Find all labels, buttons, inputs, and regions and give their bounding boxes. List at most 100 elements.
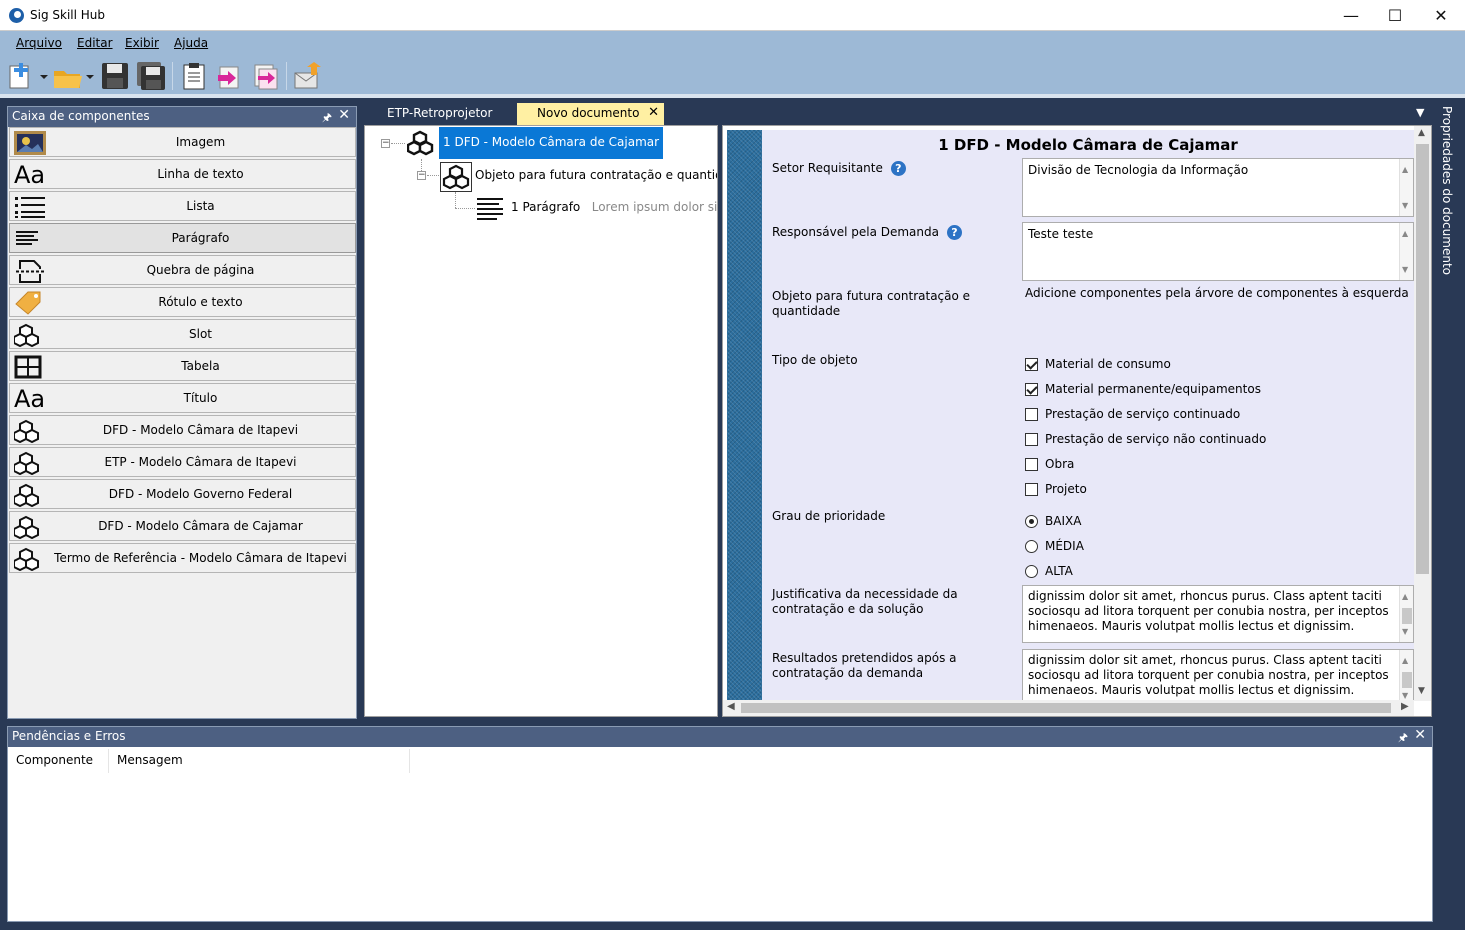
clipboard-button[interactable] — [179, 61, 209, 91]
radio[interactable] — [1025, 539, 1038, 553]
checkbox-material-consumo[interactable]: Material de consumo — [1025, 354, 1171, 374]
toolbox-item-tabela[interactable]: Tabela — [9, 351, 356, 381]
text-line-icon: Aa — [14, 161, 46, 189]
toolbox-item-paragrafo[interactable]: Parágrafo — [9, 223, 356, 253]
toolbox-item-dfd-cajamar[interactable]: DFD - Modelo Câmara de Cajamar — [9, 511, 356, 541]
toolbox-item-dfd-governo-federal[interactable]: DFD - Modelo Governo Federal — [9, 479, 356, 509]
toolbox-item-label: Linha de texto — [157, 167, 244, 181]
checkbox[interactable] — [1025, 407, 1038, 421]
import-icon — [218, 66, 239, 89]
tree-node-paragrafo[interactable]: 1 Parágrafo Lorem ipsum dolor sit ame — [511, 200, 717, 214]
scrollbar[interactable]: ▲ ▼ — [1399, 159, 1413, 216]
scrollbar[interactable]: ▲ ▼ — [1399, 586, 1413, 642]
option-label: ALTA — [1045, 564, 1073, 578]
toolbox-item-imagem[interactable]: Imagem — [9, 127, 356, 157]
toolbox-item-linha-de-texto[interactable]: Aa Linha de texto — [9, 159, 356, 189]
checkbox-material-permanente[interactable]: Material permanente/equipamentos — [1025, 379, 1261, 399]
pin-icon[interactable]: 🖈 — [322, 109, 332, 128]
export-button[interactable] — [250, 61, 280, 91]
toolbox-item-quebra-de-pagina[interactable]: Quebra de página — [9, 255, 356, 285]
tree-node-root[interactable]: 1 DFD - Modelo Câmara de Cajamar — [439, 127, 664, 159]
checkbox[interactable] — [1025, 432, 1038, 446]
pin-icon[interactable]: 🖈 — [1398, 729, 1408, 748]
option-label: Material permanente/equipamentos — [1045, 382, 1261, 396]
editor-horizontal-scrollbar[interactable]: ◀ ▶ — [723, 700, 1414, 716]
toolbox-item-etp-itapevi[interactable]: ETP - Modelo Câmara de Itapevi — [9, 447, 356, 477]
resultados-input[interactable]: dignissim dolor sit amet, rhoncus purus.… — [1022, 649, 1414, 707]
checkbox[interactable] — [1025, 482, 1038, 496]
table-icon — [14, 355, 42, 379]
checkbox[interactable] — [1025, 457, 1038, 471]
import-button[interactable] — [214, 61, 244, 91]
minimize-button[interactable]: — — [1328, 0, 1374, 31]
column-header-mensagem[interactable]: Mensagem — [109, 749, 410, 773]
folder-icon — [54, 71, 94, 88]
setor-input[interactable]: Divisão de Tecnologia da Informação ▲ ▼ — [1022, 158, 1414, 217]
toolbox-item-label: ETP - Modelo Câmara de Itapevi — [104, 455, 297, 469]
cubes-icon — [406, 129, 435, 157]
checkbox-servico-nao-continuado[interactable]: Prestação de serviço não continuado — [1025, 429, 1266, 449]
objeto-hint: Adicione componentes pela árvore de comp… — [1025, 286, 1409, 300]
close-icon[interactable]: ✕ — [1414, 727, 1426, 743]
close-button[interactable]: ✕ — [1418, 0, 1464, 31]
toolbox-item-label: Quebra de página — [146, 263, 255, 277]
tab-novo-documento[interactable]: Novo documento ✕ — [517, 103, 664, 125]
send-button[interactable] — [293, 61, 323, 91]
option-label: Prestação de serviço continuado — [1045, 407, 1241, 421]
help-icon[interactable]: ? — [890, 161, 906, 176]
checkbox-projeto[interactable]: Projeto — [1025, 479, 1087, 499]
justificativa-input[interactable]: dignissim dolor sit amet, rhoncus purus.… — [1022, 585, 1414, 643]
resultados-value: dignissim dolor sit amet, rhoncus purus.… — [1028, 653, 1389, 697]
clipboard-icon — [183, 63, 205, 90]
radio[interactable] — [1025, 564, 1038, 578]
collapse-icon[interactable]: − — [381, 139, 390, 148]
help-icon[interactable]: ? — [946, 225, 962, 240]
title-bar: Sig Skill Hub — ☐ ✕ — [0, 0, 1465, 31]
editor-vertical-scrollbar[interactable]: ▲ ▼ — [1414, 126, 1431, 701]
document-properties-panel-tab[interactable]: Propriedades do documento — [1437, 104, 1457, 275]
toolbox-item-label: Lista — [186, 199, 215, 213]
scrollbar[interactable]: ▲ ▼ — [1399, 223, 1413, 280]
option-label: Projeto — [1045, 482, 1087, 496]
checkbox[interactable] — [1025, 382, 1038, 396]
tab-label: Novo documento — [537, 106, 640, 120]
collapse-icon[interactable]: − — [417, 171, 426, 180]
toolbox-item-titulo[interactable]: Aa Título — [9, 383, 356, 413]
checkbox-obra[interactable]: Obra — [1025, 454, 1074, 474]
menu-editar[interactable]: Editar — [77, 36, 113, 50]
save-all-button[interactable] — [136, 61, 166, 91]
radio[interactable] — [1025, 514, 1038, 528]
column-header-componente[interactable]: Componente — [8, 749, 109, 773]
responsavel-input[interactable]: Teste teste ▲ ▼ — [1022, 222, 1414, 281]
open-button[interactable] — [52, 61, 94, 91]
checkbox-servico-continuado[interactable]: Prestação de serviço continuado — [1025, 404, 1240, 424]
radio-alta[interactable]: ALTA — [1025, 561, 1073, 581]
tab-etp-retroprojetor[interactable]: ETP-Retroprojetor — [377, 103, 502, 125]
toolbox-item-dfd-itapevi[interactable]: DFD - Modelo Câmara de Itapevi — [9, 415, 356, 445]
close-tab-icon[interactable]: ✕ — [648, 105, 659, 120]
toolbox-item-slot[interactable]: Slot — [9, 319, 356, 349]
list-icon — [14, 195, 45, 219]
radio-media[interactable]: MÉDIA — [1025, 536, 1084, 556]
toolbox-item-lista[interactable]: Lista — [9, 191, 356, 221]
tree-node-objeto[interactable]: Objeto para futura contratação e quantid… — [475, 168, 717, 182]
toolbox-item-rotulo-e-texto[interactable]: Rótulo e texto — [9, 287, 356, 317]
new-document-button[interactable] — [6, 61, 48, 91]
tab-list-dropdown-icon[interactable]: ▼ — [1416, 106, 1424, 119]
radio-baixa[interactable]: BAIXA — [1025, 511, 1081, 531]
cubes-icon — [13, 483, 42, 508]
checkbox[interactable] — [1025, 357, 1038, 371]
component-toolbox: Caixa de componentes 🖈 ✕ Imagem Aa Linha… — [7, 106, 357, 719]
close-icon[interactable]: ✕ — [338, 107, 350, 123]
justificativa-label: Justificativa da necessidade da contrata… — [772, 587, 958, 616]
tree-node-label: 1 Parágrafo — [511, 200, 581, 214]
scrollbar[interactable]: ▲ ▼ — [1399, 650, 1413, 706]
maximize-button[interactable]: ☐ — [1372, 0, 1418, 31]
errors-panel-title: Pendências e Erros — [12, 729, 126, 743]
menu-exibir[interactable]: Exibir — [125, 36, 159, 50]
menu-arquivo[interactable]: Arquivo — [16, 36, 62, 50]
toolbox-item-termo-referencia[interactable]: Termo de Referência - Modelo Câmara de I… — [9, 543, 356, 573]
toolbox-item-label: DFD - Modelo Governo Federal — [108, 487, 293, 501]
menu-ajuda[interactable]: Ajuda — [174, 36, 208, 50]
save-button[interactable] — [100, 61, 130, 91]
